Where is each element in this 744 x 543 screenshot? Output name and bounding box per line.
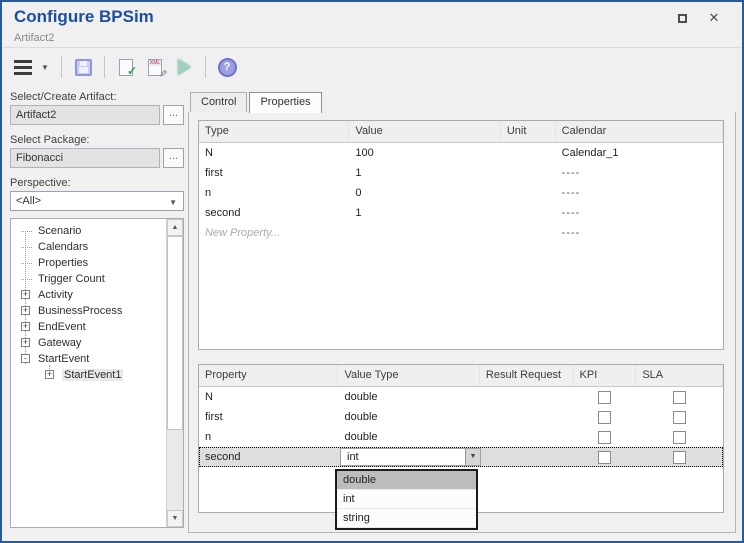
kpi-checkbox[interactable] [598, 391, 611, 404]
perspective-select[interactable]: <All> ▼ [10, 191, 184, 211]
col-calendar[interactable]: Calendar [556, 121, 723, 142]
table-row[interactable]: first 1 ---- [199, 163, 723, 183]
parameters-table-header: Type Value Unit Calendar [199, 121, 723, 143]
col-value-type[interactable]: Value Type [338, 365, 479, 386]
table-row[interactable]: first double [199, 407, 723, 427]
col-unit[interactable]: Unit [501, 121, 556, 142]
tree-item-startevent[interactable]: -StartEvent [11, 351, 166, 367]
sla-checkbox[interactable] [673, 431, 686, 444]
expand-plus-icon[interactable]: + [21, 322, 30, 331]
toolbar-separator [104, 56, 105, 78]
expand-plus-icon[interactable]: + [21, 306, 30, 315]
tree-item-scenario[interactable]: Scenario [11, 223, 166, 239]
bpsim-tree: Scenario Calendars Properties Trigger Co… [10, 218, 184, 528]
tab-strip: Control Properties [188, 92, 736, 113]
help-button[interactable]: ? [216, 56, 238, 78]
maximize-button[interactable] [674, 10, 690, 26]
help-icon: ? [218, 58, 237, 77]
tree-item-businessprocess[interactable]: +BusinessProcess [11, 303, 166, 319]
artifact-browse-button[interactable]: ... [163, 105, 184, 125]
sla-checkbox[interactable] [673, 411, 686, 424]
run-button[interactable] [173, 56, 195, 78]
dropdown-option-string[interactable]: string [337, 509, 476, 528]
configure-bpsim-dialog: Configure BPSim ✕ Artifact2 ▼ ✓ XML✎ ? S… [0, 0, 744, 543]
maximize-icon [678, 14, 687, 23]
dropdown-option-double[interactable]: double [337, 471, 476, 490]
menu-caret-icon[interactable]: ▼ [41, 63, 51, 72]
tree-item-endevent[interactable]: +EndEvent [11, 319, 166, 335]
tree-item-trigger-count[interactable]: Trigger Count [11, 271, 166, 287]
editing-row-second[interactable]: second int ▼ [199, 447, 723, 467]
tab-control[interactable]: Control [190, 92, 247, 112]
tree-scrollbar[interactable]: ▲ ▼ [166, 219, 183, 527]
col-property[interactable]: Property [199, 365, 338, 386]
title-separator [2, 47, 742, 48]
xml-edit-icon: XML✎ [148, 59, 162, 76]
dialog-title: Configure BPSim [14, 7, 154, 27]
perspective-label: Perspective: [10, 177, 71, 189]
scroll-up-icon[interactable]: ▲ [167, 219, 183, 236]
menu-icon [14, 60, 32, 75]
col-sla[interactable]: SLA [636, 365, 723, 386]
col-result-request[interactable]: Result Request [480, 365, 574, 386]
package-browse-button[interactable]: ... [163, 148, 184, 168]
kpi-checkbox[interactable] [598, 431, 611, 444]
parameters-table: Type Value Unit Calendar N 100 Calendar_… [198, 120, 724, 350]
package-label: Select Package: [10, 134, 90, 146]
toolbar: ▼ ✓ XML✎ ? [12, 54, 238, 80]
toolbar-separator [205, 56, 206, 78]
value-type-dropdown-list: double int string [335, 469, 478, 530]
tree-item-properties[interactable]: Properties [11, 255, 166, 271]
scrollbar-thumb[interactable] [167, 236, 183, 430]
tree-item-activity[interactable]: +Activity [11, 287, 166, 303]
validate-button[interactable]: ✓ [115, 56, 137, 78]
validate-document-icon: ✓ [119, 59, 133, 76]
selected-tree-label: StartEvent1 [62, 369, 123, 381]
tab-properties[interactable]: Properties [249, 92, 321, 113]
scroll-down-icon[interactable]: ▼ [167, 510, 183, 527]
table-row[interactable]: n double [199, 427, 723, 447]
sla-checkbox[interactable] [673, 451, 686, 464]
close-button[interactable]: ✕ [706, 10, 722, 26]
table-row[interactable]: n 0 ---- [199, 183, 723, 203]
tree-item-gateway[interactable]: +Gateway [11, 335, 166, 351]
run-icon [178, 59, 191, 75]
menu-button[interactable] [12, 56, 34, 78]
package-field[interactable]: Fibonacci [10, 148, 160, 168]
expand-plus-icon[interactable]: + [45, 370, 54, 379]
kpi-checkbox[interactable] [598, 411, 611, 424]
col-kpi[interactable]: KPI [574, 365, 637, 386]
chevron-down-icon: ▼ [169, 198, 177, 207]
artifact-label: Select/Create Artifact: [10, 91, 116, 103]
value-type-editor[interactable]: int ▼ [340, 448, 481, 466]
save-button[interactable] [72, 56, 94, 78]
table-row[interactable]: N 100 Calendar_1 [199, 143, 723, 163]
new-property-row[interactable]: New Property... ---- [199, 223, 723, 243]
toolbar-separator [61, 56, 62, 78]
save-icon [75, 59, 92, 76]
col-value[interactable]: Value [349, 121, 500, 142]
artifact-field[interactable]: Artifact2 [10, 105, 160, 125]
expand-plus-icon[interactable]: + [21, 290, 30, 299]
dialog-subtitle: Artifact2 [14, 32, 54, 44]
table-row[interactable]: N double [199, 387, 723, 407]
tree-item-calendars[interactable]: Calendars [11, 239, 166, 255]
sla-checkbox[interactable] [673, 391, 686, 404]
dropdown-option-int[interactable]: int [337, 490, 476, 509]
close-icon: ✕ [709, 10, 720, 26]
expand-plus-icon[interactable]: + [21, 338, 30, 347]
kpi-checkbox[interactable] [598, 451, 611, 464]
col-type[interactable]: Type [199, 121, 349, 142]
chevron-down-icon[interactable]: ▼ [465, 449, 480, 465]
property-table-header: Property Value Type Result Request KPI S… [199, 365, 723, 387]
collapse-minus-icon[interactable]: - [21, 354, 30, 363]
perspective-value: <All> [16, 195, 41, 207]
tree-item-startevent1[interactable]: + StartEvent1 [11, 367, 166, 383]
xml-edit-button[interactable]: XML✎ [144, 56, 166, 78]
table-row[interactable]: second 1 ---- [199, 203, 723, 223]
